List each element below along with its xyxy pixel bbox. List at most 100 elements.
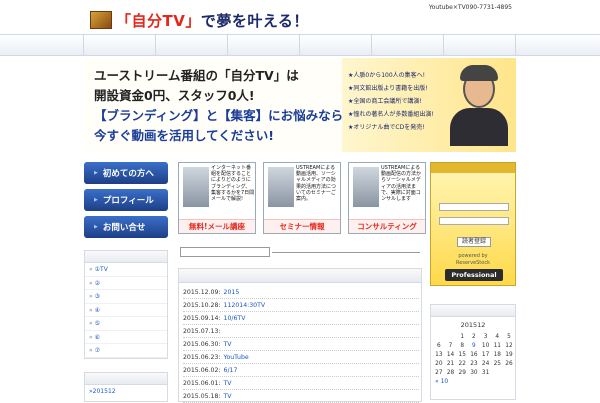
site-logo[interactable]: 「自分TV」で夢を叶える！ — [90, 11, 309, 30]
nav-item[interactable] — [300, 35, 372, 56]
calendar-week: 20 21 22 23 24 25 26 — [433, 360, 515, 369]
news-item[interactable]: 2015.12.09: 2015 — [183, 287, 419, 299]
news-item[interactable]: 2015.07.13: — [183, 326, 419, 338]
calendar-day: 14 — [446, 352, 455, 358]
calendar-day: 30 — [470, 370, 478, 376]
calendar-day: 23 — [470, 361, 478, 367]
hero-bullet: ★憧れの著名人が多数番組出演! — [348, 111, 434, 118]
nav-item[interactable] — [372, 35, 444, 56]
calendar-day: 19 — [505, 352, 513, 358]
news-box: 2015.12.09: 2015 2015.10.28: 112014:30TV 2… — [178, 268, 422, 403]
category-link[interactable]: » ④ — [85, 304, 167, 317]
subscribe-box: 読者登録 powered by ReserveStock Professiona… — [430, 162, 516, 286]
card-mail-course[interactable]: インターネット番組を配信することによりどのようにブランディング、集客するかを7日… — [178, 162, 256, 234]
calendar-prev-link[interactable]: « 10 — [435, 378, 448, 385]
calendar-day: 22 — [458, 361, 466, 367]
presenter-portrait — [448, 62, 510, 146]
calendar-day: 6 — [436, 343, 441, 349]
calendar-day — [445, 333, 457, 342]
professional-badge: Professional — [445, 269, 503, 281]
calendar-day: 17 — [481, 352, 490, 358]
service-cards: インターネット番組を配信することによりどのようにブランディング、集客するかを7日… — [178, 162, 426, 234]
news-item[interactable]: 2015.06.01: TV — [183, 378, 419, 390]
calendar-day: 5 — [507, 334, 511, 340]
calendar-day — [491, 369, 503, 378]
hero-line: 【ブランディング】と【集客】にお悩みなら — [94, 108, 344, 123]
calendar-day: 24 — [481, 361, 490, 367]
contact-info: Youtube×TV090-7731-4895 — [428, 4, 512, 11]
calendar-week: 6 7 8 9 10 11 12 — [433, 342, 515, 351]
menu-contact-button[interactable]: お問い合せ — [84, 216, 168, 238]
calendar-week: 13 14 15 16 17 18 19 — [433, 351, 515, 360]
calendar-day: 20 — [435, 361, 443, 367]
hero-bullet: ★全国の商工会議所で講演! — [348, 98, 422, 105]
subscribe-email-input[interactable] — [439, 217, 509, 225]
calendar-day: 13 — [435, 352, 443, 358]
calendar-day — [433, 333, 445, 342]
category-link[interactable]: » ①TV — [85, 263, 167, 277]
news-item[interactable]: 2015.06.30: TV — [183, 339, 419, 351]
nav-item[interactable] — [156, 35, 228, 56]
news-item[interactable]: 2015.06.02: 6/17 — [183, 365, 419, 377]
calendar-day: 25 — [493, 361, 501, 367]
nav-item[interactable] — [228, 35, 300, 56]
calendar-day — [503, 369, 515, 378]
category-box: » ①TV » ② » ③ » ④ » ⑤ » ⑥ » ⑦ — [84, 250, 168, 359]
search-bar — [180, 247, 420, 257]
card-text: インターネット番組を配信することによりどのようにブランディング、集客するかを7日… — [211, 165, 255, 203]
calendar-grid: 1 2 3 4 5 6 7 8 9 10 11 12 13 14 15 16 17 18 19 20 21 22 23 24 2… — [433, 333, 515, 378]
nav-item[interactable] — [0, 35, 84, 56]
calendar-day: 31 — [481, 370, 490, 376]
calendar-week: 1 2 3 4 5 — [433, 333, 515, 342]
news-header — [179, 269, 421, 283]
search-input[interactable] — [180, 247, 270, 257]
calendar-day: 1 — [460, 334, 465, 340]
card-caption: 無料!メール講座 — [179, 219, 255, 233]
calendar-day[interactable]: 9 — [468, 342, 480, 351]
calendar-day: 3 — [483, 334, 488, 340]
calendar-day: 16 — [470, 352, 478, 358]
nav-item[interactable] — [84, 35, 156, 56]
nav-item[interactable] — [444, 35, 516, 56]
logo-prefix: 「自分TV」 — [116, 11, 201, 30]
hero-line: 今すぐ動画を活用してください! — [94, 128, 274, 143]
news-item[interactable]: 2015.09.14: 10/6TV — [183, 313, 419, 325]
category-link[interactable]: » ⑦ — [85, 344, 167, 358]
hero-line: ユーストリーム番組の「自分TV」は — [94, 68, 299, 83]
card-seminar[interactable]: USTREAMによる動画活用、ソーシャルメディアの効果的活用方法についてのセミナ… — [263, 162, 341, 234]
archive-link[interactable]: »201512 — [85, 385, 167, 399]
hero-bullet: ★オリジナル曲でCDを発売! — [348, 124, 425, 131]
subscribe-button[interactable]: 読者登録 — [457, 237, 491, 247]
subscribe-name-input[interactable] — [439, 203, 509, 211]
main-nav — [0, 34, 600, 56]
news-item[interactable]: 2015.10.28: 112014:30TV — [183, 300, 419, 312]
card-image — [268, 167, 294, 207]
news-item[interactable]: 2015.06.23: YouTube — [183, 352, 419, 364]
card-image — [183, 167, 209, 207]
archive-box: »201512 — [84, 372, 168, 402]
news-item[interactable]: 2015.05.18: TV — [183, 391, 419, 403]
card-consulting[interactable]: USTREAMによる動画配信の方法からソーシャルメディアの活用法まで、実際に対面… — [348, 162, 426, 234]
menu-first-time-button[interactable]: 初めての方へ — [84, 162, 168, 184]
hero-copy: ユーストリーム番組の「自分TV」は 開設資金0円、スタッフ0人! 【ブランディン… — [84, 58, 344, 152]
calendar-day: 2 — [472, 334, 476, 340]
category-link[interactable]: » ⑤ — [85, 317, 167, 331]
site-header: 「自分TV」で夢を叶える！ Youtube×TV090-7731-4895 — [0, 0, 600, 34]
calendar-day: 18 — [493, 352, 501, 358]
category-link[interactable]: » ⑥ — [85, 331, 167, 344]
calendar-title: 201512 — [460, 321, 486, 329]
logo-suffix: で夢を叶える！ — [200, 11, 309, 30]
left-menu: 初めての方へ プロフィール お問い合せ — [84, 162, 168, 243]
category-link[interactable]: » ③ — [85, 290, 167, 304]
card-caption: コンサルティング — [349, 219, 425, 233]
card-image — [353, 167, 379, 207]
calendar-header — [431, 305, 515, 317]
calendar-day: 26 — [505, 361, 513, 367]
category-link[interactable]: » ② — [85, 277, 167, 290]
hero-bullet: ★同文館出版より書籍を出版! — [348, 85, 428, 92]
calendar-day: 15 — [458, 352, 466, 358]
menu-profile-button[interactable]: プロフィール — [84, 189, 168, 211]
calendar-box: 201512 1 2 3 4 5 6 7 8 9 10 11 12 13 14 15 16 17 18 19 20 21… — [430, 304, 516, 400]
calendar-day: 29 — [458, 370, 466, 376]
card-caption: セミナー情報 — [264, 219, 340, 233]
